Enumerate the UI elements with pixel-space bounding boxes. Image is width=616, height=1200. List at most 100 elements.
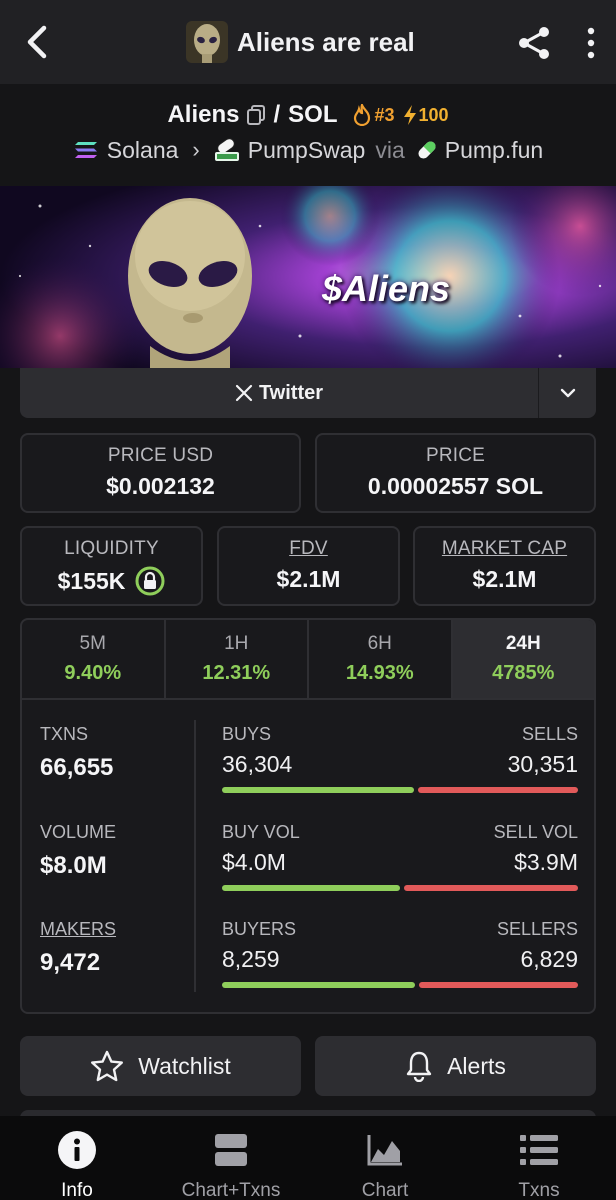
watchlist-label: Watchlist: [138, 1052, 231, 1079]
via-label: via: [375, 136, 405, 163]
buys-label: BUYS: [222, 724, 272, 744]
buyers-label: BUYERS: [222, 919, 297, 939]
makers-label[interactable]: MAKERS: [40, 919, 116, 940]
quote-token-symbol: SOL: [288, 101, 338, 128]
nav-label: Chart+Txns: [181, 1180, 281, 1200]
fdv-box[interactable]: FDV $2.1M: [217, 526, 400, 606]
makers-value: 9,472: [40, 949, 101, 976]
volume-metric: VOLUME $8.0M: [40, 822, 116, 880]
chevron-right-icon: ›: [192, 137, 200, 162]
boost-count[interactable]: 100: [419, 105, 449, 126]
bolt-icon: [403, 105, 416, 125]
twitter-label: Twitter: [258, 381, 324, 404]
tab-change: 14.93%: [345, 662, 414, 684]
buyers-value: 8,259: [222, 946, 280, 972]
timeframe-tabs: 5M 9.40% 1H 12.31% 6H 14.93% 24H 4785%: [22, 620, 594, 700]
lock-icon[interactable]: [135, 566, 165, 596]
chevron-down-icon: [560, 388, 575, 398]
fdv-value: $2.1M: [276, 566, 341, 592]
info-icon: [58, 1131, 96, 1169]
volume-label: VOLUME: [40, 822, 117, 842]
nav-chart-txns[interactable]: Chart+Txns: [154, 1116, 308, 1200]
token-banner-image: [0, 186, 616, 368]
buys-sells-split: BUYS SELLS 36,304 30,351: [222, 724, 578, 793]
sellers-value: 6,829: [520, 946, 578, 972]
watchlist-button[interactable]: Watchlist: [20, 1036, 301, 1096]
buy-vol-value: $4.0M: [222, 849, 286, 875]
market-cap-label[interactable]: MARKET CAP: [415, 538, 594, 560]
tab-label: 6H: [367, 633, 392, 654]
tab-5m[interactable]: 5M 9.40%: [22, 620, 166, 698]
chain-name[interactable]: Solana: [107, 137, 179, 164]
tab-change: 12.31%: [202, 662, 271, 684]
tab-6h[interactable]: 6H 14.93%: [309, 620, 453, 698]
alerts-button[interactable]: Alerts: [315, 1036, 596, 1096]
nav-info[interactable]: Info: [0, 1116, 154, 1200]
sell-bar-segment: [418, 982, 578, 988]
pair-separator: /: [273, 101, 281, 128]
tab-1h[interactable]: 1H 12.31%: [166, 620, 309, 698]
sells-value: 30,351: [507, 751, 578, 777]
x-logo-icon: [235, 384, 253, 402]
star-icon: [91, 1050, 124, 1082]
txns-metric: TXNS 66,655: [40, 724, 113, 782]
nav-txns[interactable]: Txns: [462, 1116, 616, 1200]
more-options-icon[interactable]: [580, 24, 602, 62]
bottom-navigation: Info Chart+Txns Chart Txns: [0, 1116, 616, 1200]
dex-name[interactable]: PumpSwap: [248, 137, 366, 164]
buys-value: 36,304: [222, 751, 293, 777]
nav-label: Txns: [518, 1180, 560, 1200]
list-icon: [520, 1135, 558, 1165]
pair-header: Aliens / SOL #3 100: [0, 98, 616, 132]
chart-icon: [367, 1135, 402, 1166]
app-bar: Aliens are real: [0, 0, 616, 84]
makers-split: BUYERS SELLERS 8,259 6,829: [222, 919, 578, 988]
makers-metric[interactable]: MAKERS 9,472: [40, 919, 116, 977]
sell-bar-segment: [404, 885, 578, 891]
liquidity-value: $155K: [57, 567, 126, 594]
buy-bar-segment: [222, 885, 401, 891]
liquidity-label: LIQUIDITY: [64, 538, 159, 559]
share-icon[interactable]: [516, 24, 552, 62]
bell-icon: [406, 1051, 432, 1082]
buys-sells-bar: [222, 787, 578, 793]
social-links-bar: Twitter: [20, 368, 596, 418]
chain-dex-row: Solana › PumpSwap via Pump.fun: [0, 134, 616, 166]
tab-label: 24H: [505, 633, 541, 654]
volume-bar: [222, 885, 578, 891]
twitter-button[interactable]: Twitter: [20, 368, 538, 418]
trending-rank[interactable]: #3: [374, 105, 394, 126]
price-usd-value: $0.002132: [106, 473, 215, 499]
price-native-box: PRICE 0.00002557 SOL: [315, 433, 596, 513]
txns-value: 66,655: [40, 754, 114, 781]
fdv-label[interactable]: FDV: [219, 538, 398, 560]
market-cap-box[interactable]: MARKET CAP $2.1M: [413, 526, 596, 606]
sell-vol-value: $3.9M: [514, 849, 578, 875]
txns-label: TXNS: [40, 724, 89, 744]
more-links-dropdown[interactable]: [539, 368, 596, 418]
token-title: Aliens are real: [186, 20, 415, 64]
tab-change: 4785%: [492, 662, 555, 684]
sell-bar-segment: [418, 787, 578, 793]
launchpad-name[interactable]: Pump.fun: [445, 137, 543, 164]
fire-icon: [354, 104, 371, 126]
sells-label: SELLS: [521, 724, 578, 744]
price-usd-label: PRICE USD: [107, 445, 214, 466]
market-cap-value: $2.1M: [472, 566, 537, 592]
token-avatar: [186, 21, 228, 63]
buy-vol-label: BUY VOL: [222, 822, 300, 842]
chart-txns-icon: [215, 1134, 247, 1166]
price-native-label: PRICE: [425, 445, 486, 466]
alerts-label: Alerts: [447, 1052, 506, 1079]
nav-label: Info: [61, 1180, 93, 1200]
sell-vol-label: SELL VOL: [493, 822, 578, 842]
sellers-label: SELLERS: [496, 919, 578, 939]
copy-icon[interactable]: [245, 104, 267, 126]
liquidity-box: LIQUIDITY $155K: [20, 526, 203, 606]
back-arrow-icon[interactable]: [18, 22, 54, 62]
buy-bar-segment: [222, 982, 415, 988]
nav-chart[interactable]: Chart: [308, 1116, 462, 1200]
tab-24h[interactable]: 24H 4785%: [452, 620, 594, 698]
buy-bar-segment: [222, 787, 415, 793]
price-usd-box: PRICE USD $0.002132: [20, 433, 301, 513]
